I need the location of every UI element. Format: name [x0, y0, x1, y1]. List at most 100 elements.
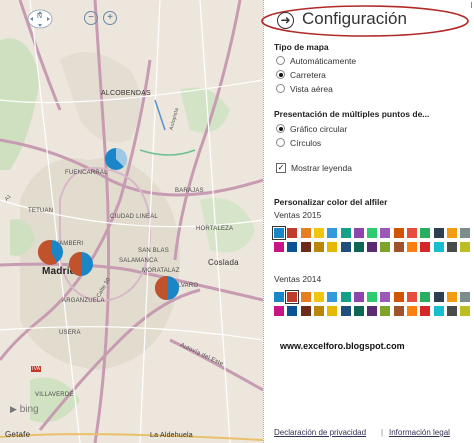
color-2014-swatch[interactable] — [327, 292, 338, 302]
map-label-tetuan: TETUAN — [28, 208, 54, 214]
map-type-heading: Tipo de mapa — [274, 42, 329, 52]
color-2015-swatch[interactable] — [313, 242, 324, 252]
color-2014-swatch[interactable] — [313, 306, 324, 316]
color-2014-swatch[interactable] — [313, 292, 324, 302]
back-button[interactable]: ➜ — [277, 12, 294, 29]
compass-control[interactable]: N — [26, 8, 54, 30]
color-2015-swatch[interactable] — [367, 228, 378, 238]
color-2014-swatch[interactable] — [393, 292, 404, 302]
color-2014-swatch[interactable] — [327, 306, 338, 316]
color-2015-swatch[interactable] — [300, 228, 311, 238]
color-2015-swatch[interactable] — [353, 228, 364, 238]
map-label-aldehuela: La Aldehuela — [150, 432, 193, 439]
color-2015-swatch[interactable] — [407, 228, 417, 238]
color-2015-swatch[interactable] — [433, 242, 444, 252]
color-2015-swatch[interactable] — [300, 242, 311, 252]
color-2015-swatch[interactable] — [313, 228, 324, 238]
panel-title: Configuración — [302, 9, 407, 28]
watermark-text: www.excelforo.blogspot.com — [280, 341, 405, 351]
color-2014-swatch[interactable] — [420, 292, 431, 302]
color-2014-swatch[interactable] — [274, 292, 284, 302]
color-2014-swatch[interactable] — [353, 306, 364, 316]
color-2014-swatch[interactable] — [380, 292, 391, 302]
color-2014-swatch[interactable] — [274, 306, 284, 316]
radio-map-type-road[interactable]: Carretera — [276, 70, 326, 80]
pie-marker[interactable] — [37, 238, 65, 266]
color-2015-swatch[interactable] — [367, 242, 378, 252]
color-2015-swatch[interactable] — [393, 228, 404, 238]
radio-icon — [276, 84, 285, 94]
color-2015-swatch[interactable] — [353, 242, 364, 252]
map-label-alcobendas: ALCOBENDAS — [101, 90, 151, 97]
color-2015-swatch[interactable] — [272, 226, 286, 240]
color-2015-swatch[interactable] — [446, 228, 457, 238]
map-label-iva: IVA — [31, 366, 42, 372]
series-2015-label: Ventas 2015 — [274, 210, 322, 220]
radio-circles[interactable]: Círculos — [276, 138, 321, 148]
color-2014-swatch[interactable] — [407, 306, 417, 316]
color-2014-swatch[interactable] — [285, 290, 300, 304]
color-2014-swatch[interactable] — [367, 292, 378, 302]
color-2015-swatch[interactable] — [460, 228, 471, 238]
color-2015-swatch[interactable] — [327, 228, 338, 238]
color-2015-swatch[interactable] — [327, 242, 338, 252]
map-view[interactable]: ALCOBENDAS Autopista A1 FUENCARRAL BARAJ… — [0, 0, 263, 443]
color-2015-swatch[interactable] — [420, 228, 431, 238]
color-2015-swatch[interactable] — [287, 242, 298, 252]
color-2014-swatch[interactable] — [367, 306, 378, 316]
color-2015-swatch[interactable] — [460, 242, 471, 252]
color-2014-swatch[interactable] — [340, 306, 351, 316]
pie-marker[interactable] — [67, 250, 95, 278]
color-2015-swatch[interactable] — [287, 228, 298, 238]
pin-color-heading: Personalizar color del alfiler — [274, 197, 388, 207]
color-2015-swatch[interactable] — [274, 242, 284, 252]
radio-icon — [276, 56, 285, 66]
map-label-ciudadlineal: CIUDAD LINEAL — [110, 214, 158, 220]
color-2014-swatch[interactable] — [460, 306, 471, 316]
bing-icon: ▶ — [10, 404, 17, 414]
pie-marker[interactable] — [103, 146, 129, 172]
multi-points-heading: Presentación de múltiples puntos de... — [274, 109, 430, 119]
panel-resize-handle[interactable] — [471, 2, 472, 8]
color-2014-swatch[interactable] — [446, 306, 457, 316]
color-2014-swatch[interactable] — [433, 292, 444, 302]
map-label-sanblas: SAN BLAS — [138, 248, 169, 254]
zoom-in-button[interactable]: + — [103, 11, 117, 25]
legal-link[interactable]: Información legal — [389, 428, 450, 437]
color-2015-swatch[interactable] — [446, 242, 457, 252]
radio-map-type-auto[interactable]: Automáticamente — [276, 56, 356, 66]
color-2015-swatch[interactable] — [380, 228, 391, 238]
panel-header: ➜ Configuración — [261, 5, 470, 37]
color-2015-swatch[interactable] — [393, 242, 404, 252]
color-2014-swatch[interactable] — [287, 306, 298, 316]
series-2014-label: Ventas 2014 — [274, 274, 322, 284]
map-label-fuencarral: FUENCARRAL — [65, 170, 108, 176]
pie-marker[interactable] — [153, 274, 181, 302]
color-2014-swatch[interactable] — [407, 292, 417, 302]
color-2014-swatch[interactable] — [380, 306, 391, 316]
color-2014-swatch[interactable] — [393, 306, 404, 316]
color-2015-swatch[interactable] — [380, 242, 391, 252]
map-label-villaverde: VILLAVERDE — [35, 392, 74, 398]
color-2014-swatch[interactable] — [353, 292, 364, 302]
color-2015-swatch[interactable] — [407, 242, 417, 252]
color-2014-swatch[interactable] — [433, 306, 444, 316]
zoom-out-button[interactable]: − — [84, 11, 98, 25]
color-2014-swatch[interactable] — [420, 306, 431, 316]
color-2014-swatch[interactable] — [460, 292, 471, 302]
link-separator: | — [381, 428, 384, 437]
compass-icon: N — [37, 13, 43, 20]
privacy-link[interactable]: Declaración de privacidad — [274, 428, 366, 437]
color-2014-swatch[interactable] — [300, 306, 311, 316]
color-2015-swatch[interactable] — [420, 242, 431, 252]
color-2015-swatch[interactable] — [340, 242, 351, 252]
radio-map-type-aerial[interactable]: Vista aérea — [276, 84, 333, 94]
color-2014-swatch[interactable] — [340, 292, 351, 302]
show-legend-checkbox[interactable]: ✓ Mostrar leyenda — [276, 162, 352, 174]
radio-pie-chart[interactable]: Gráfico circular — [276, 124, 347, 134]
bing-logo: ▶ bing — [10, 404, 39, 415]
color-2014-swatch[interactable] — [300, 292, 311, 302]
color-2015-swatch[interactable] — [340, 228, 351, 238]
color-2015-swatch[interactable] — [433, 228, 444, 238]
color-2014-swatch[interactable] — [446, 292, 457, 302]
